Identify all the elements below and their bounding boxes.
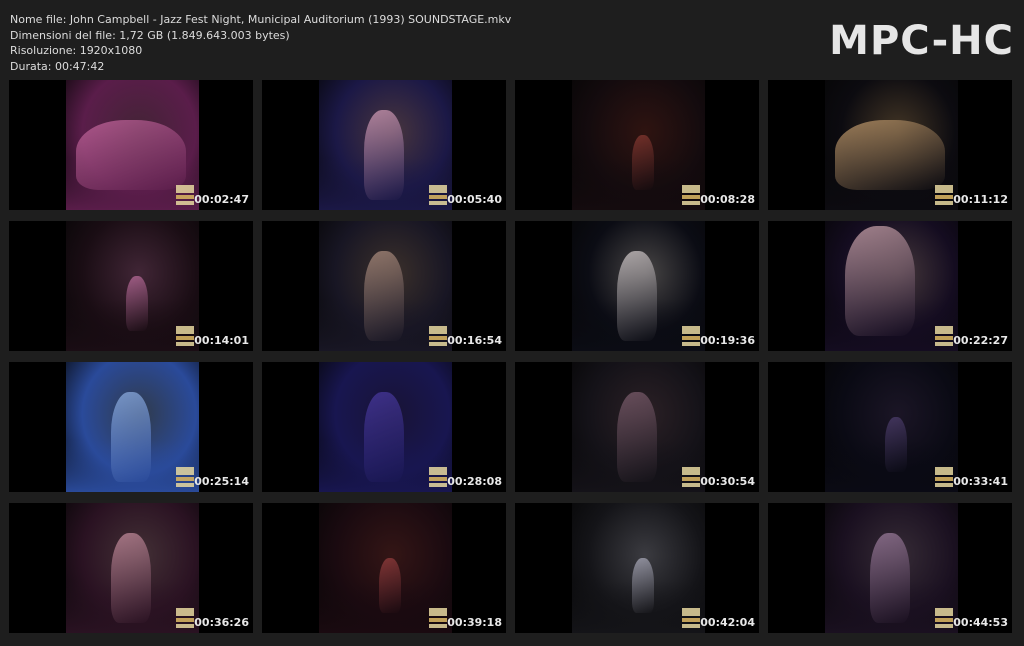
performer-figure bbox=[632, 135, 654, 190]
soundstage-watermark-icon bbox=[680, 183, 702, 207]
thumbnail-tile[interactable]: 00:16:54 bbox=[262, 221, 506, 351]
video-frame bbox=[319, 362, 452, 492]
timestamp-label: 00:22:27 bbox=[953, 334, 1008, 347]
performer-figure bbox=[845, 226, 915, 336]
thumbnail-tile[interactable]: 00:08:28 bbox=[515, 80, 759, 210]
timestamp-label: 00:25:14 bbox=[194, 475, 249, 488]
video-frame bbox=[66, 503, 199, 633]
soundstage-watermark-icon bbox=[174, 465, 196, 489]
thumbnail-tile[interactable]: 00:25:14 bbox=[9, 362, 253, 492]
timestamp-label: 00:33:41 bbox=[953, 475, 1008, 488]
soundstage-watermark-icon bbox=[427, 606, 449, 630]
timestamp-label: 00:08:28 bbox=[700, 193, 755, 206]
video-frame bbox=[319, 221, 452, 351]
video-frame bbox=[66, 221, 199, 351]
thumbnail-tile[interactable]: 00:02:47 bbox=[9, 80, 253, 210]
soundstage-watermark-icon bbox=[933, 183, 955, 207]
file-info: Nome file: John Campbell - Jazz Fest Nig… bbox=[10, 12, 511, 74]
video-frame bbox=[825, 503, 958, 633]
performer-figure bbox=[76, 120, 186, 190]
file-size: Dimensioni del file: 1,72 GB (1.849.643.… bbox=[10, 28, 290, 42]
video-frame bbox=[319, 80, 452, 210]
timestamp-label: 00:42:04 bbox=[700, 616, 755, 629]
thumbnail-tile[interactable]: 00:36:26 bbox=[9, 503, 253, 633]
performer-figure bbox=[111, 533, 151, 623]
timestamp-label: 00:16:54 bbox=[447, 334, 502, 347]
video-frame bbox=[572, 362, 705, 492]
performer-figure bbox=[617, 251, 657, 341]
thumbnail-tile[interactable]: 00:11:12 bbox=[768, 80, 1012, 210]
timestamp-label: 00:44:53 bbox=[953, 616, 1008, 629]
soundstage-watermark-icon bbox=[933, 606, 955, 630]
timestamp-label: 00:19:36 bbox=[700, 334, 755, 347]
soundstage-watermark-icon bbox=[427, 465, 449, 489]
video-frame bbox=[66, 362, 199, 492]
file-duration: Durata: 00:47:42 bbox=[10, 59, 105, 73]
performer-figure bbox=[885, 417, 907, 472]
thumbnail-tile[interactable]: 00:14:01 bbox=[9, 221, 253, 351]
timestamp-label: 00:28:08 bbox=[447, 475, 502, 488]
timestamp-label: 00:39:18 bbox=[447, 616, 502, 629]
mpc-hc-logo: MPC-HC bbox=[829, 18, 1014, 64]
performer-figure bbox=[617, 392, 657, 482]
thumbnail-tile[interactable]: 00:30:54 bbox=[515, 362, 759, 492]
video-frame bbox=[66, 80, 199, 210]
thumbnail-tile[interactable]: 00:42:04 bbox=[515, 503, 759, 633]
soundstage-watermark-icon bbox=[174, 183, 196, 207]
performer-figure bbox=[632, 558, 654, 613]
soundstage-watermark-icon bbox=[427, 183, 449, 207]
soundstage-watermark-icon bbox=[680, 324, 702, 348]
thumbnail-tile[interactable]: 00:05:40 bbox=[262, 80, 506, 210]
video-frame bbox=[825, 80, 958, 210]
timestamp-label: 00:36:26 bbox=[194, 616, 249, 629]
video-frame bbox=[572, 503, 705, 633]
performer-figure bbox=[364, 392, 404, 482]
soundstage-watermark-icon bbox=[680, 465, 702, 489]
performer-figure bbox=[835, 120, 945, 190]
performer-figure bbox=[870, 533, 910, 623]
thumbnail-tile[interactable]: 00:39:18 bbox=[262, 503, 506, 633]
thumbnail-tile[interactable]: 00:28:08 bbox=[262, 362, 506, 492]
soundstage-watermark-icon bbox=[933, 465, 955, 489]
thumbnail-tile[interactable]: 00:44:53 bbox=[768, 503, 1012, 633]
thumbnail-tile[interactable]: 00:22:27 bbox=[768, 221, 1012, 351]
timestamp-label: 00:14:01 bbox=[194, 334, 249, 347]
timestamp-label: 00:02:47 bbox=[194, 193, 249, 206]
soundstage-watermark-icon bbox=[174, 606, 196, 630]
video-frame bbox=[572, 80, 705, 210]
soundstage-watermark-icon bbox=[174, 324, 196, 348]
video-frame bbox=[825, 221, 958, 351]
soundstage-watermark-icon bbox=[933, 324, 955, 348]
file-resolution: Risoluzione: 1920x1080 bbox=[10, 44, 143, 57]
timestamp-label: 00:05:40 bbox=[447, 193, 502, 206]
performer-figure bbox=[126, 276, 148, 331]
timestamp-label: 00:30:54 bbox=[700, 475, 755, 488]
performer-figure bbox=[379, 558, 401, 613]
performer-figure bbox=[111, 392, 151, 482]
video-frame bbox=[825, 362, 958, 492]
thumbnail-tile[interactable]: 00:19:36 bbox=[515, 221, 759, 351]
timestamp-label: 00:11:12 bbox=[953, 193, 1008, 206]
thumbnail-tile[interactable]: 00:33:41 bbox=[768, 362, 1012, 492]
soundstage-watermark-icon bbox=[680, 606, 702, 630]
performer-figure bbox=[364, 251, 404, 341]
file-name: Nome file: John Campbell - Jazz Fest Nig… bbox=[10, 13, 512, 26]
performer-figure bbox=[364, 110, 404, 200]
video-frame bbox=[319, 503, 452, 633]
video-frame bbox=[572, 221, 705, 351]
soundstage-watermark-icon bbox=[427, 324, 449, 348]
